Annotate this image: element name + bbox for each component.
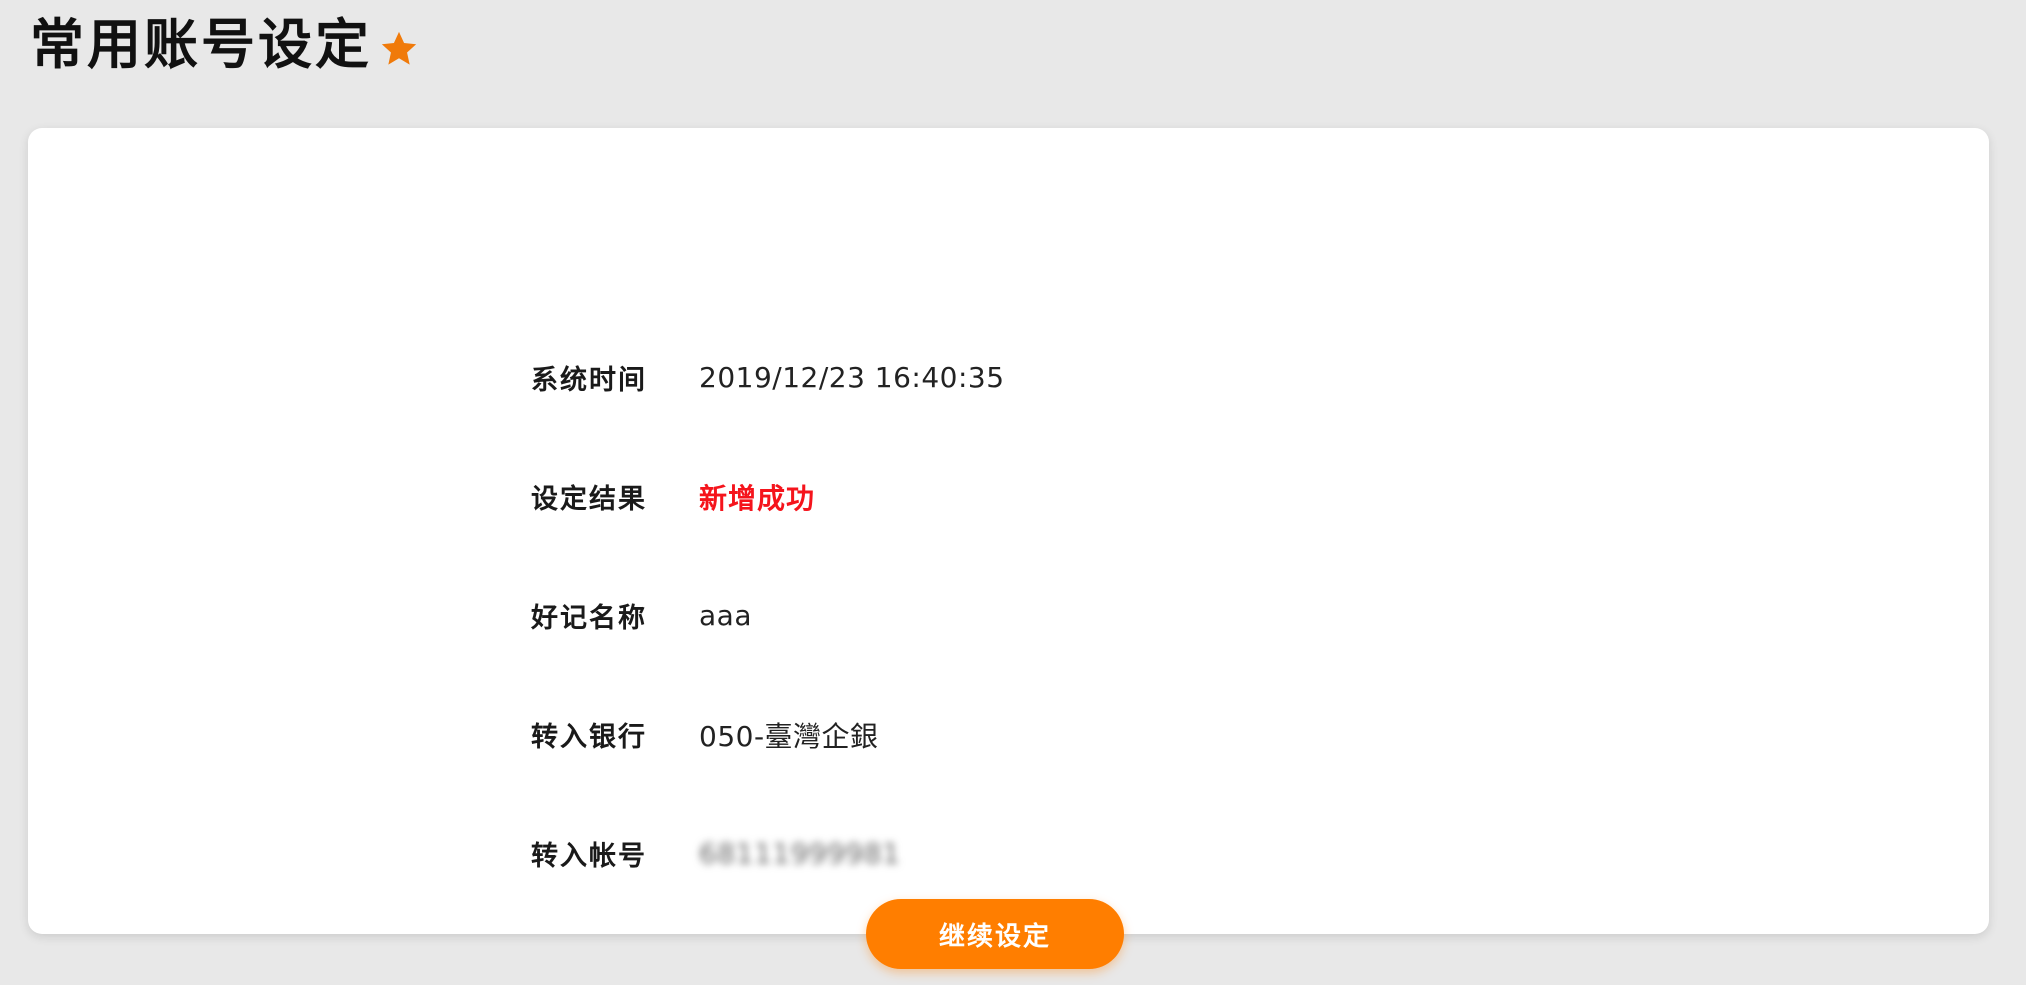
star-icon [378,28,420,70]
result-card: 系统时间 2019/12/23 16:40:35 设定结果 新增成功 好记名称 … [28,128,1989,934]
system-time-value: 2019/12/23 16:40:35 [699,361,1005,394]
detail-row-system-time: 系统时间 2019/12/23 16:40:35 [531,318,1005,437]
nickname-label: 好记名称 [531,603,647,634]
system-time-label: 系统时间 [531,365,647,396]
bank-value: 050-臺灣企銀 [699,719,879,753]
detail-row-account: 转入帐号 68111999981 [531,794,1005,913]
detail-row-result: 设定结果 新增成功 [531,437,1005,556]
page-title: 常用账号设定 [30,13,372,76]
page-header: 常用账号设定 [30,12,420,78]
nickname-value: aaa [699,599,752,632]
account-label: 转入帐号 [531,841,647,872]
account-number-value: 68111999981 [699,837,901,870]
result-label: 设定结果 [531,484,647,515]
detail-list: 系统时间 2019/12/23 16:40:35 设定结果 新增成功 好记名称 … [531,318,1005,913]
bank-label: 转入银行 [531,722,647,753]
continue-setting-button[interactable]: 继续设定 [866,899,1124,969]
result-status: 新增成功 [699,481,816,515]
detail-row-nickname: 好记名称 aaa [531,556,1005,675]
detail-row-bank: 转入银行 050-臺灣企銀 [531,675,1005,794]
